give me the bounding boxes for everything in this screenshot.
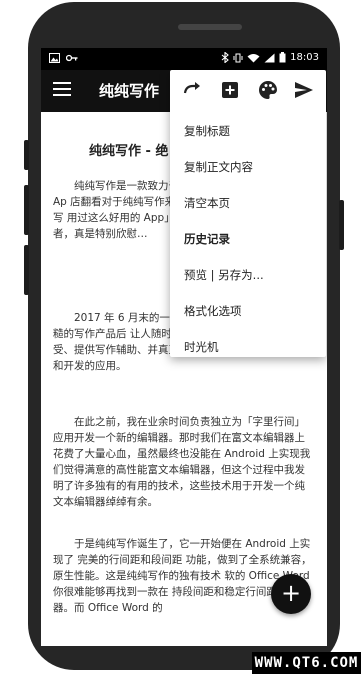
side-button <box>24 245 29 295</box>
side-button <box>24 185 29 235</box>
wifi-icon <box>247 53 260 62</box>
document-title[interactable]: 纯纯写作 - 绝 <box>89 140 168 159</box>
menu-item-clear-page[interactable]: 清空本页 <box>184 195 314 211</box>
menu-item-format-options[interactable]: 格式化选项 <box>184 303 314 319</box>
menu-item-copy-title[interactable]: 复制标题 <box>184 123 314 139</box>
add-box-icon[interactable] <box>218 78 242 102</box>
earpiece-speaker <box>178 24 242 30</box>
key-icon <box>66 54 78 62</box>
menu-item-time-machine[interactable]: 时光机 <box>184 339 314 355</box>
battery-icon <box>279 52 286 63</box>
menu-item-preview-save-as[interactable]: 预览 | 另存为... <box>184 267 314 283</box>
send-icon[interactable] <box>292 78 316 102</box>
overflow-popup-menu: 复制标题 复制正文内容 清空本页 历史记录 预览 | 另存为... 格式化选项 … <box>170 70 326 357</box>
signal-icon <box>264 53 275 62</box>
phone-screen: 18:03 纯纯写作 纯纯写作 - 绝 纯纯写作是一款致力于提供快速、优秀写作体… <box>41 48 327 646</box>
redo-icon[interactable] <box>180 78 204 102</box>
site-watermark: WWW.QT6.COM <box>252 652 361 674</box>
hamburger-menu-icon[interactable] <box>53 82 71 100</box>
add-fab-button[interactable]: + <box>271 574 311 614</box>
popup-toolbar <box>170 70 326 110</box>
bluetooth-icon <box>221 52 230 63</box>
image-icon <box>49 53 60 63</box>
menu-item-history[interactable]: 历史记录 <box>184 231 314 247</box>
menu-item-copy-body[interactable]: 复制正文内容 <box>184 159 314 175</box>
status-time: 18:03 <box>290 52 319 63</box>
vibrate-icon <box>233 53 243 62</box>
document-paragraph[interactable]: 在此之前，我在业余时间负责独立为「字里行间」应用开发一个新的编辑器。那时我们在富… <box>53 414 315 510</box>
app-title: 纯纯写作 <box>99 82 160 100</box>
palette-icon[interactable] <box>256 78 280 102</box>
side-button <box>24 140 29 170</box>
side-button <box>339 200 344 250</box>
status-bar: 18:03 <box>41 48 327 70</box>
